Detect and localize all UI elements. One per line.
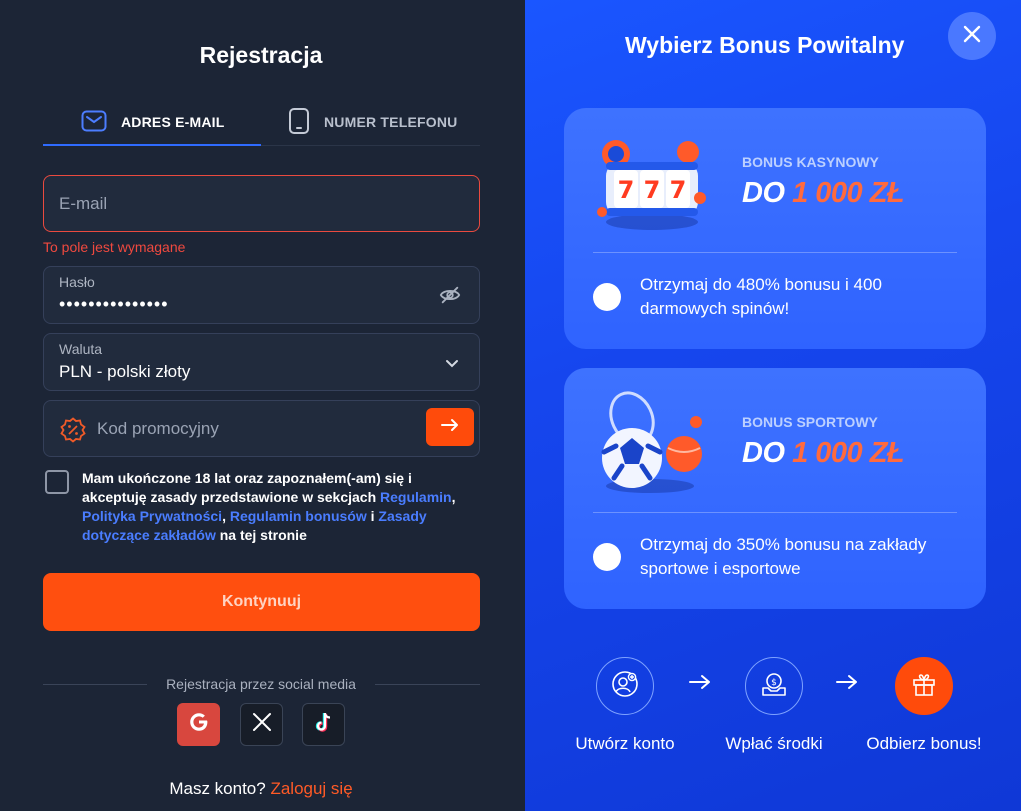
eye-off-icon[interactable]: [439, 284, 461, 311]
step-label-claim-bonus: Odbierz bonus!: [866, 734, 982, 753]
password-label: Hasło: [59, 274, 95, 290]
promo-placeholder: Kod promocyjny: [97, 419, 219, 438]
deposit-icon: $: [760, 670, 788, 703]
arrow-right-icon: [836, 674, 858, 695]
social-label: Rejestracja przez social media: [166, 676, 356, 692]
tab-email-label: ADRES E-MAIL: [121, 114, 225, 130]
bonus-sport-radio[interactable]: [593, 543, 621, 571]
link-privacy-policy[interactable]: Polityka Prywatności: [82, 508, 222, 524]
step-claim-bonus: [895, 657, 953, 715]
envelope-icon: [81, 110, 107, 135]
login-prompt: Masz konto? Zaloguj się: [0, 779, 522, 799]
close-button[interactable]: [948, 12, 996, 60]
bonus-casino-tag: BONUS KASYNOWY: [742, 154, 879, 170]
continue-button[interactable]: Kontynuuj: [43, 573, 480, 631]
step-label-deposit: Wpłać środki: [725, 734, 823, 753]
page-title: Rejestracja: [199, 42, 323, 68]
slot-machine-icon: 7 7 7: [592, 128, 712, 237]
terms-text: Mam ukończone 18 lat oraz zapoznałem(-am…: [82, 469, 472, 545]
link-bonus-rules[interactable]: Regulamin bonusów: [230, 508, 367, 524]
tiktok-icon: [314, 711, 334, 738]
tab-phone[interactable]: NUMER TELEFONU: [288, 98, 457, 146]
bonus-sport-tag: BONUS SPORTOWY: [742, 414, 878, 430]
tab-email[interactable]: ADRES E-MAIL: [81, 98, 225, 146]
login-text: Masz konto?: [169, 779, 266, 798]
step-create-account: [596, 657, 654, 715]
phone-icon: [288, 107, 310, 137]
google-button[interactable]: [177, 703, 220, 746]
card-divider: [593, 512, 957, 513]
terms-text-part: Mam ukończone 18 lat oraz zapoznałem(-am…: [82, 470, 412, 505]
email-field[interactable]: E-mail: [43, 175, 480, 232]
svg-text:$: $: [771, 678, 777, 688]
bonus-amount-value: 1 000 ZŁ: [792, 177, 905, 209]
bonus-panel-title: Wybierz Bonus Powitalny: [625, 32, 905, 58]
add-user-icon: [611, 670, 639, 703]
registration-tabs: ADRES E-MAIL NUMER TELEFONU: [43, 98, 480, 146]
step-deposit: $: [745, 657, 803, 715]
chevron-down-icon: [445, 356, 459, 374]
x-icon: [252, 712, 272, 737]
bonus-amount-value: 1 000 ZŁ: [792, 437, 905, 469]
bonus-sport-amount: DO 1 000 ZŁ: [742, 437, 905, 470]
link-regulamin[interactable]: Regulamin: [380, 489, 452, 505]
arrow-right-icon: [689, 674, 711, 695]
email-placeholder: E-mail: [59, 194, 108, 213]
password-value: •••••••••••••••: [59, 294, 169, 314]
bonus-prefix: DO: [742, 177, 785, 209]
bonus-card-casino[interactable]: 7 7 7 BONUS KASYNOWY DO 1 000 ZŁ Otrzyma…: [564, 108, 986, 349]
currency-label: Waluta: [59, 341, 103, 357]
currency-select[interactable]: Waluta PLN - polski złoty: [43, 333, 480, 391]
registration-panel: Rejestracja ADRES E-MAIL NUMER TELEFONU …: [0, 0, 525, 811]
bonus-card-sport[interactable]: BONUS SPORTOWY DO 1 000 ZŁ Otrzymaj do 3…: [564, 368, 986, 609]
tiktok-button[interactable]: [302, 703, 345, 746]
terms-separator: ,: [222, 508, 230, 524]
bonus-prefix: DO: [742, 437, 785, 469]
svg-text:7: 7: [618, 176, 635, 204]
bonus-sport-description: Otrzymaj do 350% bonusu na zakłady sport…: [640, 535, 927, 578]
svg-text:7: 7: [644, 176, 661, 204]
x-button[interactable]: [240, 703, 283, 746]
promo-code-field[interactable]: Kod promocyjny: [43, 400, 480, 457]
terms-separator: ,: [451, 489, 456, 505]
card-divider: [593, 252, 957, 253]
svg-text:7: 7: [670, 176, 687, 204]
bonus-casino-amount: DO 1 000 ZŁ: [742, 177, 905, 210]
email-error-text: To pole jest wymagane: [43, 239, 186, 255]
tab-phone-label: NUMER TELEFONU: [324, 114, 458, 130]
terms-separator: i: [366, 508, 379, 524]
terms-text-part: na tej stronie: [215, 527, 307, 543]
google-icon: [187, 710, 211, 739]
tab-active-indicator: [43, 144, 261, 146]
welcome-bonus-panel: Wybierz Bonus Powitalny 7 7 7 BONUS KASY…: [525, 0, 1021, 811]
bonus-casino-description: Otrzymaj do 480% bonusu i 400 darmowych …: [640, 275, 882, 318]
promo-badge-icon: [60, 417, 86, 448]
currency-value: PLN - polski złoty: [59, 362, 191, 381]
step-label-create-account: Utwórz konto: [575, 734, 675, 753]
arrow-right-icon: [441, 418, 459, 437]
close-icon: [962, 24, 982, 49]
sports-ball-icon: [592, 386, 714, 501]
password-field[interactable]: Hasło •••••••••••••••: [43, 266, 480, 324]
terms-checkbox[interactable]: [45, 470, 69, 494]
login-link[interactable]: Zaloguj się: [270, 779, 352, 798]
gift-icon: [911, 671, 937, 702]
bonus-casino-radio[interactable]: [593, 283, 621, 311]
promo-apply-button[interactable]: [426, 408, 474, 446]
